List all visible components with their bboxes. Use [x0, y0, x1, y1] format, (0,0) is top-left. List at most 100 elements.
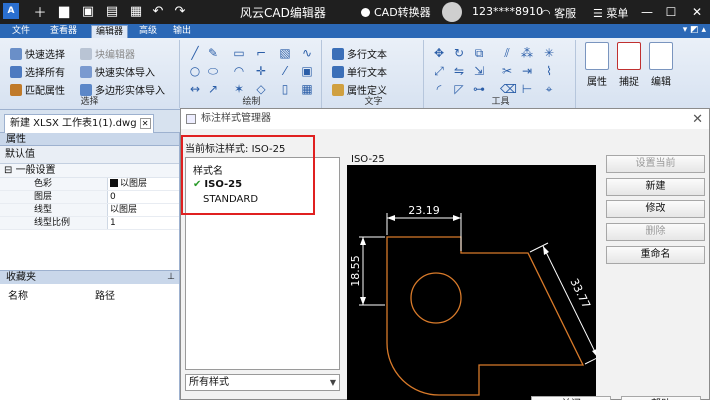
- style-item-iso25[interactable]: ✔ ISO-25: [193, 179, 242, 190]
- redo-icon[interactable]: ↷: [172, 3, 188, 19]
- mirror-icon[interactable]: ⇋: [452, 64, 466, 78]
- dimension-lines: [359, 213, 604, 365]
- tab-advanced[interactable]: 高级: [135, 25, 161, 38]
- cad-converter-link[interactable]: CAD转换器: [361, 4, 431, 20]
- property-key: 线型: [0, 204, 108, 216]
- document-tab[interactable]: 新建 XLSX 工作表1(1).dwg ✕: [4, 114, 154, 133]
- rotate-icon[interactable]: ↻: [452, 46, 466, 60]
- dimension-style-manager-dialog: 标注样式管理器 ✕ 当前标注样式: ISO-25 样式名 ✔ ISO-25 STA…: [180, 108, 710, 400]
- general-settings-label: 一般设置: [15, 165, 56, 176]
- chevron-down-icon: ▼: [329, 378, 336, 387]
- quick-select-icon: [10, 47, 22, 60]
- new-style-button[interactable]: 新建: [606, 178, 705, 196]
- snap-big-button[interactable]: 捕捉: [614, 42, 644, 92]
- dim-label-left: 18.55: [349, 255, 362, 287]
- line-icon[interactable]: ╱: [188, 46, 202, 60]
- select-all-icon: [10, 65, 22, 78]
- spline-icon[interactable]: ∿: [300, 46, 314, 60]
- move-icon[interactable]: ✥: [432, 46, 446, 60]
- save-as-icon[interactable]: ▦: [128, 3, 144, 19]
- ellipse-icon[interactable]: ⬭: [206, 64, 220, 78]
- delete-style-button[interactable]: 删除: [606, 223, 705, 241]
- offset-icon[interactable]: ⫽: [500, 46, 514, 60]
- explode-icon[interactable]: ✳: [542, 46, 556, 60]
- close-dialog-button[interactable]: 关闭: [531, 396, 611, 400]
- tab-editor[interactable]: 编辑器: [91, 25, 129, 38]
- modify-style-button[interactable]: 修改: [606, 200, 705, 218]
- customer-service-button[interactable]: ◠ 客服: [541, 5, 576, 21]
- break-icon[interactable]: ⌇: [542, 64, 556, 78]
- stretch-icon[interactable]: ⇲: [472, 64, 486, 78]
- cad-converter-label: CAD转换器: [374, 6, 431, 19]
- properties-big-button[interactable]: 属性: [582, 42, 612, 92]
- block-editor-label: 块编辑器: [95, 50, 135, 61]
- document-tab-label: 新建 XLSX 工作表1(1).dwg: [10, 118, 137, 129]
- help-button[interactable]: 帮助: [621, 396, 701, 400]
- menu-button[interactable]: ☰ 菜单: [593, 5, 628, 21]
- column-name[interactable]: 名称: [0, 288, 95, 302]
- copy-icon[interactable]: ⧉: [472, 46, 486, 60]
- dialog-close-icon[interactable]: ✕: [692, 110, 703, 130]
- single-line-text-label: 单行文本: [347, 68, 387, 79]
- ribbon: 快速选择 块编辑器 选择所有 快速实体导入 匹配属性 多边形实体导入 选择 ╱ …: [0, 38, 710, 110]
- tab-output[interactable]: 输出: [169, 25, 195, 38]
- property-key: 图层: [0, 191, 108, 203]
- property-row-linetype[interactable]: 线型 以图层: [0, 204, 179, 217]
- pencil-icon[interactable]: ✎: [206, 46, 220, 60]
- polyline-icon[interactable]: ⌐: [254, 46, 268, 60]
- hatch-icon[interactable]: ▧: [278, 46, 292, 60]
- block-editor-icon: [80, 47, 92, 60]
- trim-icon[interactable]: ✂: [500, 64, 514, 78]
- maximize-button[interactable]: ☐: [662, 2, 680, 22]
- rectangle-icon[interactable]: ▭: [232, 46, 246, 60]
- pin-icon[interactable]: ⊥: [167, 271, 175, 284]
- arc-icon[interactable]: ◠: [232, 64, 246, 78]
- property-value[interactable]: 1: [108, 217, 116, 229]
- point-icon[interactable]: ✛: [254, 64, 268, 78]
- property-value[interactable]: 0: [108, 191, 116, 203]
- extend-icon[interactable]: ⇥: [520, 64, 534, 78]
- property-value[interactable]: 以图层: [108, 204, 137, 216]
- set-current-button[interactable]: 设置当前: [606, 155, 705, 173]
- account-phone[interactable]: 123****8910: [472, 5, 543, 18]
- default-value-select[interactable]: 默认值: [0, 146, 179, 164]
- tab-viewer[interactable]: 查看器: [46, 25, 81, 38]
- region-icon[interactable]: ▣: [300, 64, 314, 78]
- mtext-button[interactable]: 多行文本: [332, 46, 387, 61]
- circle-icon[interactable]: ○: [188, 64, 202, 78]
- edit-big-button[interactable]: 编辑: [646, 42, 676, 92]
- favorites-header: 收藏夹 ⊥: [0, 271, 179, 284]
- text-group: 多行文本 单行文本 属性定义 文字: [324, 40, 424, 108]
- general-settings-section[interactable]: ⊟ 一般设置: [0, 164, 179, 178]
- style-filter-select[interactable]: 所有样式 ▼: [185, 374, 340, 391]
- print-icon[interactable]: ▤: [104, 3, 120, 19]
- ribbon-options-icon[interactable]: ▾ ◩ ▴: [683, 25, 706, 35]
- single-line-text-button[interactable]: 单行文本: [332, 64, 387, 79]
- property-row-layer[interactable]: 图层 0: [0, 191, 179, 204]
- new-file-icon[interactable]: ＋: [32, 3, 48, 21]
- rename-style-button[interactable]: 重命名: [606, 246, 705, 264]
- close-document-icon[interactable]: ✕: [139, 118, 151, 129]
- style-item-standard[interactable]: STANDARD: [203, 194, 258, 205]
- tab-file[interactable]: 文件: [8, 25, 34, 38]
- save-icon[interactable]: ▣: [80, 3, 96, 19]
- property-row-color[interactable]: 色彩 以图层: [0, 178, 179, 191]
- quick-entity-import-button[interactable]: 快速实体导入: [80, 64, 155, 79]
- block-editor-button[interactable]: 块编辑器: [80, 46, 135, 61]
- style-preview: 23.19 18.55 33.77: [347, 165, 604, 400]
- scale-icon[interactable]: ⤢: [432, 64, 446, 78]
- minimize-button[interactable]: —: [638, 2, 656, 22]
- quick-select-button[interactable]: 快速选择: [10, 46, 65, 61]
- close-button[interactable]: ✕: [688, 2, 706, 22]
- array-icon[interactable]: ⁂: [520, 46, 534, 60]
- property-value[interactable]: 以图层: [108, 178, 147, 190]
- property-row-linetype-scale[interactable]: 线型比例 1: [0, 217, 179, 230]
- tools-group-title: 工具: [491, 97, 510, 107]
- folder-icon[interactable]: ▆: [56, 3, 72, 19]
- select-all-button[interactable]: 选择所有: [10, 64, 65, 79]
- avatar[interactable]: [442, 2, 462, 22]
- undo-icon[interactable]: ↶: [150, 3, 166, 19]
- ribbon-tabs: 文件 查看器 编辑器 高级 输出 ▾ ◩ ▴: [0, 24, 710, 38]
- brush-icon[interactable]: ⁄: [278, 64, 292, 78]
- column-path[interactable]: 路径: [95, 288, 115, 302]
